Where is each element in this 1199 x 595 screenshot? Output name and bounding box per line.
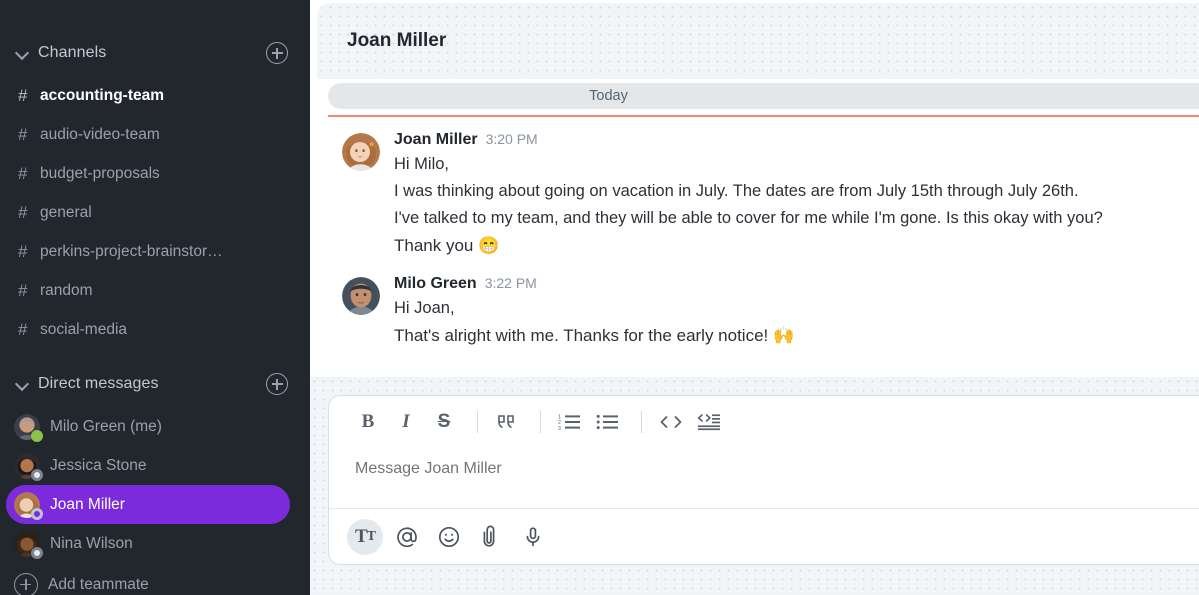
ordered-list-icon[interactable]: 1 2 3: [553, 405, 587, 439]
channel-label: accounting-team: [40, 86, 165, 104]
date-divider-label: Today: [328, 83, 1199, 109]
hash-icon: #: [18, 86, 28, 105]
message-row: Milo Green 3:22 PM Hi Joan, That's alrig…: [310, 269, 1199, 359]
dm-label: Milo Green (me): [50, 417, 162, 435]
hash-icon: #: [18, 320, 28, 339]
hash-icon: #: [18, 125, 28, 144]
blockquote-icon[interactable]: [490, 405, 524, 439]
message-timestamp: 3:22 PM: [484, 275, 537, 291]
message-text-line: Hi Milo,: [394, 155, 450, 173]
channel-label: budget-proposals: [40, 164, 160, 182]
mention-icon[interactable]: [389, 519, 425, 555]
sidebar-dm-nina-wilson[interactable]: Nina Wilson: [6, 524, 290, 563]
toolbar-divider: [641, 411, 642, 433]
direct-message-list: Milo Green (me) Jessica Stone Joan Mille…: [0, 407, 310, 595]
sidebar-dm-jessica-stone[interactable]: Jessica Stone: [6, 446, 290, 485]
toolbar-divider: [477, 411, 478, 433]
inline-code-icon[interactable]: [654, 405, 688, 439]
channel-list: # accounting-team # audio-video-team # b…: [0, 76, 310, 349]
direct-messages-section-title: Direct messages: [38, 375, 159, 392]
avatar: [14, 452, 43, 481]
dm-label: Jessica Stone: [50, 456, 147, 474]
sidebar-channel-accounting-team[interactable]: # accounting-team: [0, 76, 310, 115]
channels-section-header[interactable]: Channels: [0, 36, 310, 70]
sidebar: Channels # accounting-team # audio-video…: [0, 0, 310, 595]
channel-label: audio-video-team: [40, 125, 160, 143]
sidebar-channel-random[interactable]: # random: [0, 271, 310, 310]
message-meta: Joan Miller 3:20 PM: [394, 131, 1199, 149]
message-content: Milo Green 3:22 PM Hi Joan, That's alrig…: [394, 275, 1199, 349]
avatar: [14, 413, 43, 442]
message-text-line: That's alright with me. Thanks for the e…: [394, 326, 795, 345]
message-content: Joan Miller 3:20 PM Hi Milo, I was think…: [394, 131, 1199, 259]
chevron-down-icon[interactable]: [14, 44, 32, 62]
message-input[interactable]: [355, 460, 1157, 478]
hash-icon: #: [18, 281, 28, 300]
message-meta: Milo Green 3:22 PM: [394, 275, 1199, 293]
strikethrough-icon[interactable]: S: [427, 405, 461, 439]
composer-region: B I S 1 2 3 Message Joan Miller T T: [310, 377, 1199, 595]
message-text-line: Thank you 😁: [394, 236, 500, 255]
text-format-icon[interactable]: TT: [347, 518, 383, 555]
message-author: Joan Miller: [394, 131, 478, 148]
add-teammate-button[interactable]: Add teammate: [0, 565, 310, 595]
hash-icon: #: [18, 203, 28, 222]
date-divider-row: Today: [310, 79, 1199, 115]
sidebar-channel-social-media[interactable]: # social-media: [0, 310, 310, 349]
channels-section-title: Channels: [38, 44, 107, 61]
message-author: Milo Green: [394, 275, 477, 292]
message-row: Joan Miller 3:20 PM Hi Milo, I was think…: [310, 131, 1199, 269]
status-indicator-online: [31, 429, 43, 442]
toolbar-divider: [540, 411, 541, 433]
message-text-line: Hi Joan,: [394, 299, 455, 317]
sidebar-channel-general[interactable]: # general: [0, 193, 310, 232]
message-list: Joan Miller 3:20 PM Hi Milo, I was think…: [310, 117, 1199, 377]
status-indicator-offline: [31, 468, 43, 481]
message-text-line: I was thinking about going on vacation i…: [394, 182, 1079, 200]
composer-action-bar: TT: [329, 508, 1199, 564]
message-text-line: I've talked to my team, and they will be…: [394, 209, 1103, 227]
italic-icon[interactable]: I: [389, 405, 423, 439]
bold-icon[interactable]: B: [351, 405, 385, 439]
emoji-icon[interactable]: [431, 519, 467, 555]
message-timestamp: 3:20 PM: [485, 131, 538, 147]
svg-text:3: 3: [558, 426, 561, 431]
main-panel: Joan Miller Today Joan Miller 3:20 PM Hi…: [310, 0, 1199, 595]
status-indicator-offline: [31, 546, 43, 559]
hash-icon: #: [18, 164, 28, 183]
avatar: [14, 530, 43, 559]
status-indicator-offline: [31, 507, 43, 520]
sidebar-dm-joan-miller[interactable]: Joan Miller: [6, 485, 290, 524]
channel-label: general: [40, 203, 92, 221]
dm-label: Nina Wilson: [50, 534, 133, 552]
channel-label: perkins-project-brainstor…: [40, 242, 223, 260]
sidebar-channel-budget-proposals[interactable]: # budget-proposals: [0, 154, 310, 193]
avatar: [342, 277, 380, 315]
hash-icon: #: [18, 242, 28, 261]
add-direct-message-button[interactable]: [266, 373, 288, 395]
chat-header: Joan Miller: [317, 3, 1199, 79]
message-composer: B I S 1 2 3 Message Joan Miller T T: [328, 395, 1199, 565]
formatting-toolbar: B I S 1 2 3: [329, 396, 1199, 448]
sidebar-dm-milo-green[interactable]: Milo Green (me): [6, 407, 290, 446]
avatar: [342, 133, 380, 171]
add-channel-button[interactable]: [266, 42, 288, 64]
page-title: Joan Miller: [347, 30, 447, 51]
chevron-down-icon[interactable]: [14, 375, 32, 393]
add-teammate-label: Add teammate: [48, 575, 149, 593]
chat-application: Channels # accounting-team # audio-video…: [0, 0, 1199, 595]
message-input-area[interactable]: [329, 448, 1199, 508]
attachment-icon[interactable]: [473, 519, 509, 555]
microphone-icon[interactable]: [515, 519, 551, 555]
avatar: [14, 491, 43, 520]
bullet-list-icon[interactable]: [591, 405, 625, 439]
channel-label: random: [40, 281, 93, 299]
channel-label: social-media: [40, 320, 128, 338]
dm-label: Joan Miller: [50, 495, 125, 513]
code-block-icon[interactable]: [692, 405, 726, 439]
direct-messages-section-header[interactable]: Direct messages: [0, 367, 310, 401]
sidebar-channel-audio-video-team[interactable]: # audio-video-team: [0, 115, 310, 154]
plus-circle-icon: [14, 572, 38, 595]
sidebar-channel-perkins-project-brainstorm[interactable]: # perkins-project-brainstor…: [0, 232, 310, 271]
